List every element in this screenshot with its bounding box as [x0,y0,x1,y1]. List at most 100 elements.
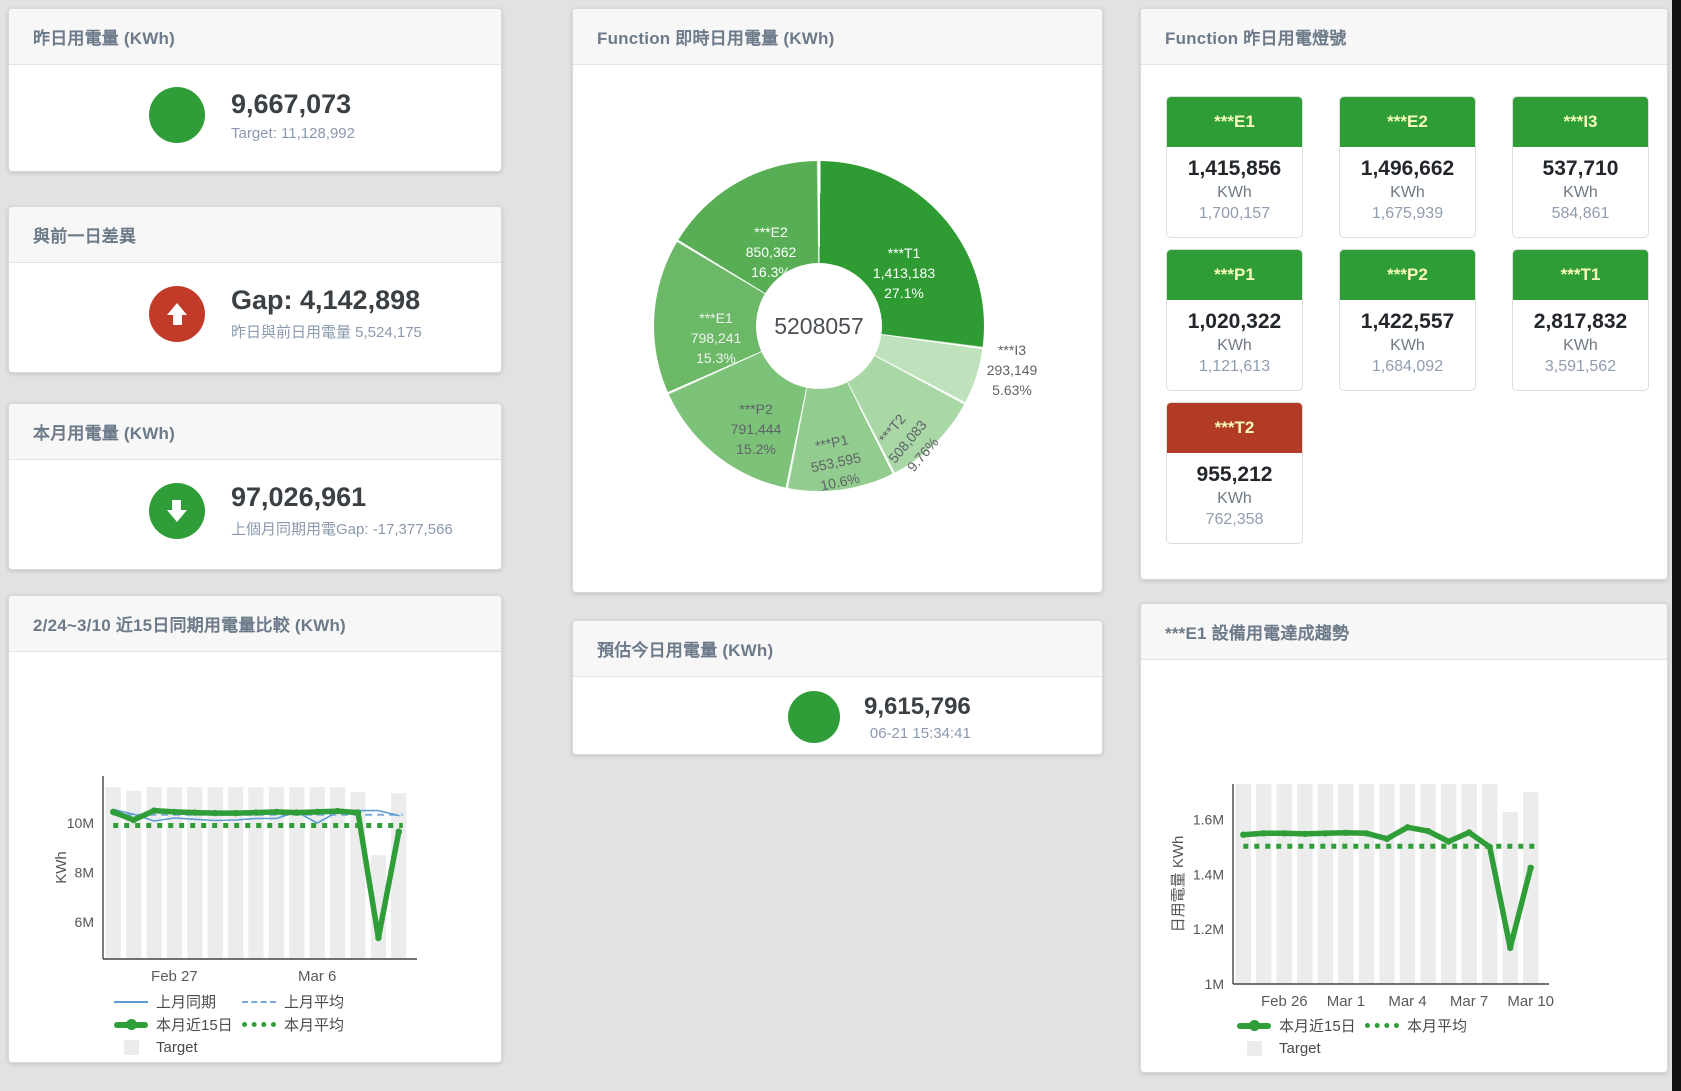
data-point [192,809,198,815]
estimate-text: 9,615,796 06-21 15:34:41 [864,693,971,742]
e1_trend-svg: 1M1.2M1.4M1.6M日用電量 KWhFeb 26Mar 1Mar 4Ma… [1141,660,1667,1016]
data-point [314,809,320,815]
month-usage-gap: 上個月同期用電Gap: -17,377,566 [231,518,453,539]
green-dotted-swatch-icon [242,1022,276,1027]
tile-header-label: ***I3 [1513,97,1648,147]
y-tick-label: 1.6M [1193,812,1224,828]
x-tick-label: Mar 10 [1507,993,1554,1010]
card-compare-chart: 2/24~3/10 近15日同期用電量比較 (KWh) 6M8M10MKWhFe… [8,595,502,1063]
legend-item-green-thick[interactable]: 本月近15日 [114,1014,242,1035]
data-point [232,810,238,816]
target-swatch-icon [114,1040,148,1055]
card-tiles-title: Function 昨日用電燈號 [1141,9,1667,65]
tile-unit: KWh [1513,184,1648,202]
legend-row: 上月同期 上月平均 [114,992,370,1011]
tile-unit: KWh [1167,184,1302,202]
data-point [1363,830,1369,836]
tile-value: 537,710 [1513,157,1648,181]
data-point [1487,844,1493,850]
target-bar [1379,784,1394,984]
compare-chart-svg-mount: 6M8M10MKWhFeb 27Mar 6 [9,652,501,1007]
target-bar [1400,784,1415,984]
legend-item-blue-line[interactable]: 上月同期 [114,991,242,1012]
target-bar [1297,784,1312,984]
data-point [1240,832,1246,838]
legend-label: 本月近15日 [1279,1015,1356,1036]
legend-row: Target [1237,1039,1493,1058]
green-thick-swatch-icon [1237,1023,1271,1029]
tile-unit: KWh [1167,490,1302,508]
status-tile-E2: ***E21,496,662KWh1,675,939 [1339,96,1476,238]
card-month-body: 97,026,961 上個月同期用電Gap: -17,377,566 [9,460,501,539]
legend-label: Target [156,1039,198,1056]
status-tile-P1: ***P11,020,322KWh1,121,613 [1166,249,1303,391]
data-point [1445,838,1451,844]
data-point [273,809,279,815]
status-tile-T2: ***T2955,212KWh762,358 [1166,402,1303,544]
data-point [212,810,218,816]
y-tick-label: 1M [1205,976,1224,992]
target-bar [1359,784,1374,984]
trend-chart-legend: 本月近15日 本月平均 Target [1237,1016,1493,1058]
data-point [1466,829,1472,835]
tile-target-value: 1,684,092 [1340,358,1475,376]
tile-value: 1,415,856 [1167,157,1302,181]
card-estimate-title: 預估今日用電量 (KWh) [573,621,1102,677]
card-month-title: 本月用電量 (KWh) [9,404,501,460]
legend-label: 本月平均 [1407,1015,1467,1036]
tile-header-label: ***E2 [1340,97,1475,147]
data-point [1507,945,1513,951]
legend-item-blue-dashed[interactable]: 上月平均 [242,991,370,1012]
legend-label: 上月平均 [284,991,344,1012]
tile-target-value: 1,700,157 [1167,205,1302,223]
blue-line-swatch-icon [114,1001,148,1003]
month-usage-value: 97,026,961 [231,482,453,513]
tile-unit: KWh [1513,337,1648,355]
day-gap-value: Gap: 4,142,898 [231,285,422,316]
status-tile-I3: ***I3537,710KWh584,861 [1512,96,1649,238]
legend-item-green-thick[interactable]: 本月近15日 [1237,1015,1365,1036]
target-bar [1318,784,1333,984]
legend-label: Target [1279,1040,1321,1057]
x-tick-label: Mar 6 [298,968,336,985]
data-point [294,809,300,815]
y-axis-name: KWh [53,851,70,884]
legend-item-target[interactable]: Target [114,1039,242,1056]
legend-item-green-dotted[interactable]: 本月平均 [1365,1015,1493,1036]
tile-target-value: 1,121,613 [1167,358,1302,376]
card-month-usage: 本月用電量 (KWh) 97,026,961 上個月同期用電Gap: -17,3… [8,403,502,570]
estimate-value: 9,615,796 [864,693,971,721]
day-gap-subtitle: 昨日與前日用電量 5,524,175 [231,321,422,342]
card-day-gap: 與前一日差異 Gap: 4,142,898 昨日與前日用電量 5,524,175 [8,206,502,373]
data-point [151,807,157,813]
tiles-grid: ***E11,415,856KWh1,700,157***E21,496,662… [1166,96,1649,544]
y-tick-label: 6M [75,914,94,930]
pie-slice-label-E1: ***E1798,24115.3% [691,309,742,369]
green-thick-swatch-icon [114,1022,148,1028]
target-bar [1420,784,1435,984]
x-tick-label: Feb 27 [151,968,198,985]
y-axis-name: 日用電量 KWh [1170,836,1187,933]
green-down-arrow-icon [149,483,205,539]
data-point [110,809,116,815]
legend-item-target[interactable]: Target [1237,1040,1365,1057]
target-bar [1338,784,1353,984]
legend-label: 本月平均 [284,1014,344,1035]
tile-value: 2,817,832 [1513,310,1648,334]
compare-chart-legend: 上月同期 上月平均本月近15日 本月平均 Target [114,992,370,1057]
target-bar [1236,784,1251,984]
data-point [1281,830,1287,836]
trend-chart-svg-mount: 1M1.2M1.4M1.6M日用電量 KWhFeb 26Mar 1Mar 4Ma… [1141,660,1667,1021]
card-e1-trend: ***E1 設備用電達成趨勢 1M1.2M1.4M1.6M日用電量 KWhFeb… [1140,603,1668,1073]
status-tile-T1: ***T12,817,832KWh3,591,562 [1512,249,1649,391]
tile-unit: KWh [1167,337,1302,355]
legend-item-green-dotted[interactable]: 本月平均 [242,1014,370,1035]
target-bar [1277,784,1292,984]
yesterday-usage-target: Target: 11,128,992 [231,125,355,142]
card-realtime-donut: Function 即時日用電量 (KWh) 5208057 ***T11,413… [572,8,1103,593]
donut-chart: 5208057 ***T11,413,18327.1%***I3293,1495… [654,161,984,491]
tile-value: 1,020,322 [1167,310,1302,334]
tile-target-value: 1,675,939 [1340,205,1475,223]
energy-dashboard: 昨日用電量 (KWh) 9,667,073 Target: 11,128,992… [0,0,1681,1091]
data-point [171,809,177,815]
